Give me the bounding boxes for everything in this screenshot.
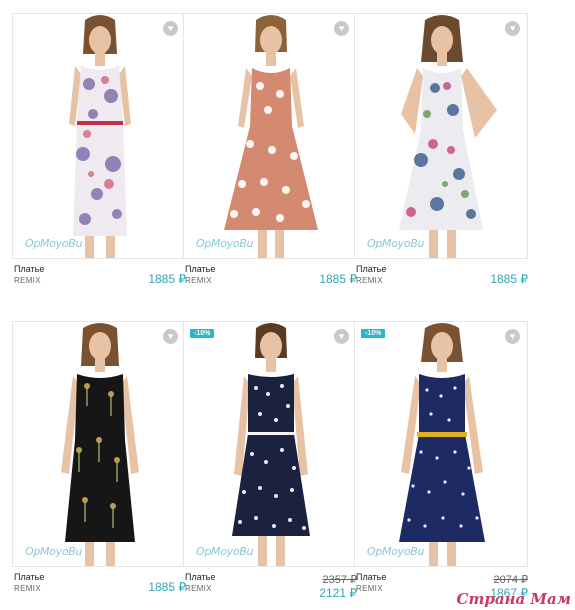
site-watermark: Страна Мам — [456, 590, 571, 608]
product-brand: REMIX — [14, 276, 41, 285]
favorite-heart-icon[interactable]: ♥ — [163, 329, 178, 344]
favorite-heart-icon[interactable]: ♥ — [334, 21, 349, 36]
product-photo[interactable]: ♥ OpMoyoBu — [12, 13, 186, 259]
product-name[interactable]: Платье — [356, 264, 386, 274]
product-price: 1885 ₽ — [490, 272, 528, 286]
product-brand: REMIX — [185, 276, 212, 285]
old-price: 2357 ₽ — [322, 574, 357, 586]
dress-model-image — [399, 323, 485, 566]
dress-model-image — [69, 15, 131, 258]
product-price: 1885 ₽ — [319, 272, 357, 286]
shop-watermark: OpMoyoBu — [196, 545, 254, 558]
favorite-heart-icon[interactable]: ♥ — [163, 21, 178, 36]
product-price: 1885 ₽ — [148, 580, 186, 594]
product-name[interactable]: Платье — [14, 572, 44, 582]
favorite-heart-icon[interactable]: ♥ — [505, 21, 520, 36]
product-brand: REMIX — [356, 276, 383, 285]
product-name[interactable]: Платье — [14, 264, 44, 274]
product-photo[interactable]: -10% ♥ OpMoyoBu — [183, 321, 357, 567]
shop-watermark: OpMoyoBu — [25, 237, 83, 250]
old-price: 2074 ₽ — [493, 574, 528, 586]
shop-watermark: OpMoyoBu — [367, 237, 425, 250]
product-photo[interactable]: -10% ♥ OpMoyoBu — [354, 321, 528, 567]
dress-model-image — [224, 15, 318, 258]
shop-watermark: OpMoyoBu — [25, 545, 83, 558]
product-grid: ♥ OpMoyoBu Платье REMIX 1885 ₽ ♥ OpMoyoB… — [0, 0, 575, 610]
dress-model-image — [399, 15, 497, 258]
sale-price: 2121 ₽ — [319, 586, 357, 600]
product-brand: REMIX — [356, 584, 383, 593]
product-brand: REMIX — [14, 584, 41, 593]
discount-badge: -10% — [190, 329, 215, 338]
product-photo[interactable]: ♥ OpMoyoBu — [183, 13, 357, 259]
dress-model-image — [61, 323, 139, 566]
favorite-heart-icon[interactable]: ♥ — [505, 329, 520, 344]
shop-watermark: OpMoyoBu — [367, 545, 425, 558]
discount-badge: -10% — [361, 329, 386, 338]
product-name[interactable]: Платье — [356, 572, 386, 582]
product-name[interactable]: Платье — [185, 572, 215, 582]
favorite-heart-icon[interactable]: ♥ — [334, 329, 349, 344]
product-photo[interactable]: ♥ OpMoyoBu — [354, 13, 528, 259]
product-name[interactable]: Платье — [185, 264, 215, 274]
product-price: 1885 ₽ — [148, 272, 186, 286]
dress-model-image — [232, 323, 310, 566]
product-brand: REMIX — [185, 584, 212, 593]
shop-watermark: OpMoyoBu — [196, 237, 254, 250]
product-photo[interactable]: ♥ OpMoyoBu — [12, 321, 186, 567]
